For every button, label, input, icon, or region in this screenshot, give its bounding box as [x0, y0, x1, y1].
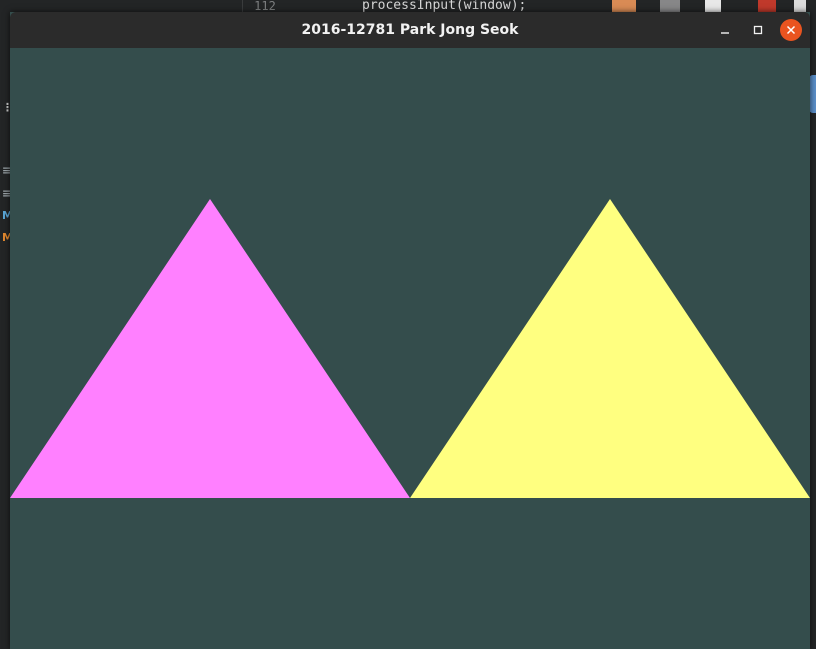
editor-sidebar-strip: ⋮ ≡ ≡ M M — [2, 101, 13, 244]
editor-code-line: processInput(window); — [362, 0, 527, 12]
maximize-icon — [753, 25, 763, 35]
editor-line-number: 112 — [254, 0, 276, 12]
folder-icon — [660, 0, 680, 12]
window-title: 2016-12781 Park Jong Seok — [301, 22, 519, 38]
minimize-button[interactable] — [714, 19, 736, 41]
file-icon — [794, 0, 806, 12]
window-titlebar[interactable]: 2016-12781 Park Jong Seok — [10, 12, 810, 48]
background-scroll-tab — [809, 75, 816, 113]
pdf-icon — [758, 0, 776, 12]
close-icon — [786, 25, 796, 35]
maximize-button[interactable] — [747, 19, 769, 41]
taskbar-app-icon — [612, 0, 636, 12]
minimize-icon — [721, 32, 729, 34]
scene-svg — [10, 48, 810, 649]
close-button[interactable] — [780, 19, 802, 41]
app-window: 2016-12781 Park Jong Seok — [10, 12, 810, 649]
render-canvas[interactable] — [10, 48, 810, 649]
document-icon — [705, 0, 721, 12]
